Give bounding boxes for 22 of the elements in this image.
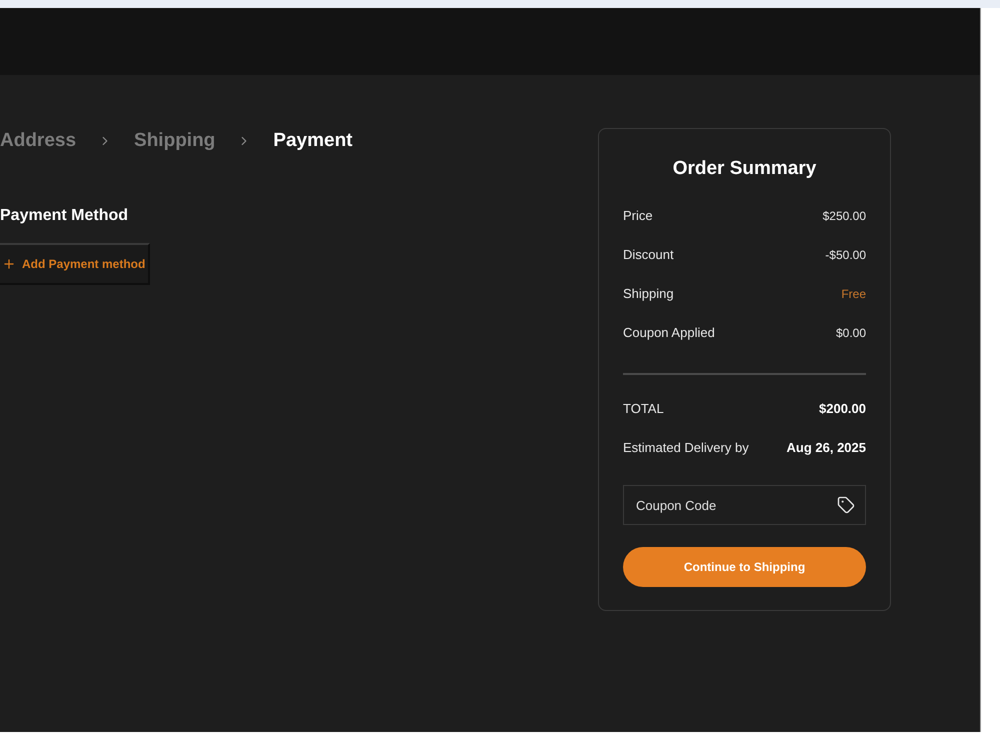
summary-label: Price (623, 206, 653, 225)
summary-value: $200.00 (819, 400, 866, 418)
summary-value: Free (841, 286, 866, 302)
summary-label: Shipping (623, 284, 674, 303)
section-heading: Payment Method (0, 206, 128, 226)
add-payment-method-button[interactable]: Add Payment method (0, 243, 150, 285)
coupon-code-field[interactable]: Coupon Code (623, 485, 866, 525)
summary-label: Discount (623, 246, 674, 264)
summary-label: Coupon Applied (623, 324, 715, 342)
breadcrumb-step[interactable]: Shipping (134, 129, 216, 153)
breadcrumb-step[interactable]: Payment (273, 129, 352, 153)
summary-value: -$50.00 (825, 246, 866, 264)
summary-value: Aug 26, 2025 (786, 438, 866, 457)
plus-icon (2, 257, 16, 271)
breadcrumb-step[interactable]: Address (0, 129, 76, 153)
summary-label: TOTAL (623, 400, 664, 418)
tag-icon (837, 496, 855, 514)
summary-value: $250.00 (822, 208, 866, 224)
summary-label: Estimated Delivery by (623, 438, 749, 457)
continue-button[interactable]: Continue to Shipping (623, 547, 866, 587)
card-title: Order Summary (672, 157, 816, 181)
summary-value: $0.00 (836, 324, 866, 342)
